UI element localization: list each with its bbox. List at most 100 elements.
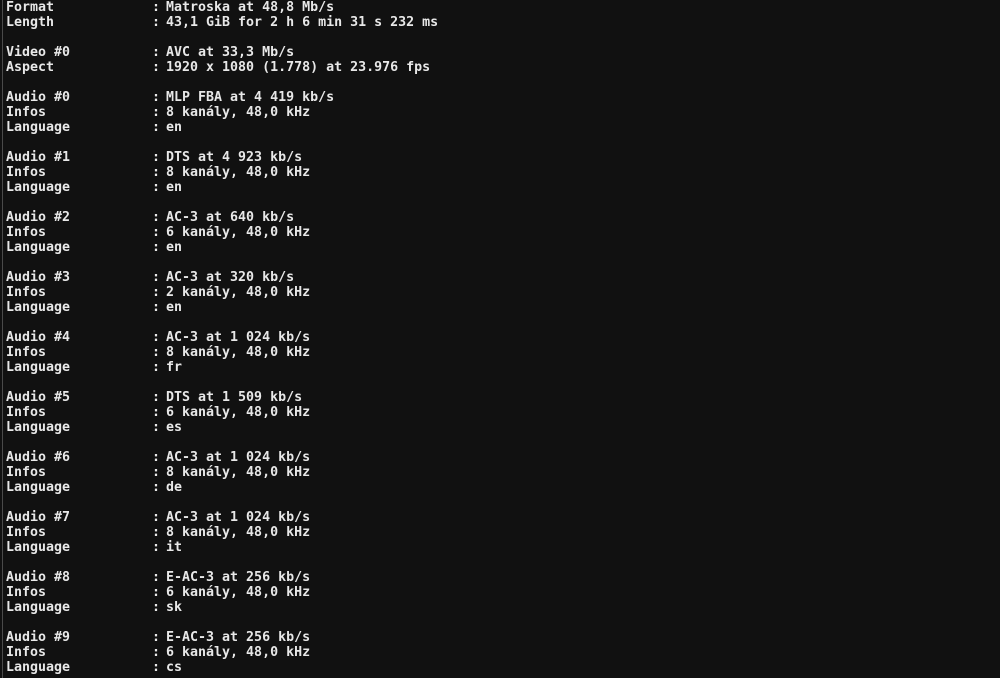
info-row: Infos:8 kanály, 48,0 kHz: [6, 105, 438, 120]
info-row: Audio #0: MLP FBA at 4 419 kb/s: [6, 90, 438, 105]
info-value: en: [166, 300, 183, 315]
info-separator: :: [152, 600, 161, 615]
info-separator: :: [152, 645, 161, 660]
info-key: Infos: [6, 105, 47, 120]
info-value: 43,1 GiB for 2 h 6 min 31 s 232 ms: [166, 15, 439, 30]
info-value: 8 kanály, 48,0 kHz: [166, 345, 311, 360]
info-value: 6 kanály, 48,0 kHz: [166, 585, 311, 600]
info-row: Language: cs: [6, 660, 438, 675]
info-value: 8 kanály, 48,0 kHz: [166, 465, 311, 480]
info-key: Language: [6, 300, 71, 315]
info-row: Audio #3: AC-3 at 320 kb/s: [6, 270, 438, 285]
info-value: 6 kanály, 48,0 kHz: [166, 225, 311, 240]
info-separator: :: [152, 45, 161, 60]
info-row: Infos:8 kanály, 48,0 kHz: [6, 345, 438, 360]
info-key: Audio #2: [6, 210, 71, 225]
info-key: Infos: [6, 225, 47, 240]
info-key: Infos: [6, 525, 47, 540]
info-row: Format: Matroska at 48,8 Mb/s: [6, 0, 438, 15]
info-key: Format: [6, 0, 55, 15]
info-value: cs: [166, 660, 183, 675]
info-key: Language: [6, 480, 71, 495]
info-key: Infos: [6, 405, 47, 420]
info-value: AC-3 at 640 kb/s: [166, 210, 295, 225]
info-key: Language: [6, 420, 71, 435]
info-row: Language: en: [6, 240, 438, 255]
info-row: Infos:8 kanály, 48,0 kHz: [6, 165, 438, 180]
info-row: Aspect:1920 x 1080 (1.778) at 23.976 fps: [6, 60, 438, 75]
info-separator: :: [152, 420, 161, 435]
info-row: Audio #7: AC-3 at 1 024 kb/s: [6, 510, 438, 525]
info-key: Audio #9: [6, 630, 71, 645]
info-separator: :: [152, 0, 161, 15]
info-value: 6 kanály, 48,0 kHz: [166, 405, 311, 420]
info-separator: :: [152, 480, 161, 495]
info-value: Matroska at 48,8 Mb/s: [166, 0, 335, 15]
info-separator: :: [152, 660, 161, 675]
info-key: Infos: [6, 585, 47, 600]
info-separator: :: [152, 180, 161, 195]
info-separator: :: [152, 465, 161, 480]
info-key: Audio #7: [6, 510, 71, 525]
info-value: E-AC-3 at 256 kb/s: [166, 570, 311, 585]
info-separator: :: [152, 150, 161, 165]
info-row: Infos:8 kanály, 48,0 kHz: [6, 525, 438, 540]
info-value: de: [166, 480, 183, 495]
info-row: Infos:6 kanály, 48,0 kHz: [6, 585, 438, 600]
info-value: 6 kanály, 48,0 kHz: [166, 645, 311, 660]
info-separator: :: [152, 405, 161, 420]
info-value: es: [166, 420, 183, 435]
info-row: Language: en: [6, 180, 438, 195]
info-key: Aspect: [6, 60, 55, 75]
info-row: Audio #6: AC-3 at 1 024 kb/s: [6, 450, 438, 465]
info-key: Infos: [6, 285, 47, 300]
info-value: 8 kanály, 48,0 kHz: [166, 165, 311, 180]
info-row: Audio #5: DTS at 1 509 kb/s: [6, 390, 438, 405]
info-value: DTS at 4 923 kb/s: [166, 150, 303, 165]
info-key: Audio #0: [6, 90, 71, 105]
media-info-text: Format: Matroska at 48,8 Mb/s Length:43,1 …: [6, 0, 438, 675]
info-row: Infos:6 kanály, 48,0 kHz: [6, 225, 438, 240]
info-key: Language: [6, 120, 71, 135]
info-key: Audio #6: [6, 450, 71, 465]
info-row: Video #0: AVC at 33,3 Mb/s: [6, 45, 438, 60]
info-value: 2 kanály, 48,0 kHz: [166, 285, 311, 300]
info-value: 8 kanály, 48,0 kHz: [166, 105, 311, 120]
info-row: Audio #9: E-AC-3 at 256 kb/s: [6, 630, 438, 645]
info-value: sk: [166, 600, 183, 615]
info-value: it: [166, 540, 183, 555]
info-separator: :: [152, 165, 161, 180]
info-separator: :: [152, 270, 161, 285]
info-row: Language: sk: [6, 600, 438, 615]
info-separator: :: [152, 60, 161, 75]
info-value: DTS at 1 509 kb/s: [166, 390, 303, 405]
info-row: Language: en: [6, 120, 438, 135]
info-key: Language: [6, 180, 71, 195]
info-key: Language: [6, 660, 71, 675]
info-key: Audio #8: [6, 570, 71, 585]
info-separator: :: [152, 510, 161, 525]
info-key: Infos: [6, 165, 47, 180]
info-separator: :: [152, 630, 161, 645]
info-value: AC-3 at 1 024 kb/s: [166, 330, 311, 345]
info-value: 8 kanály, 48,0 kHz: [166, 525, 311, 540]
info-value: MLP FBA at 4 419 kb/s: [166, 90, 335, 105]
info-separator: :: [152, 285, 161, 300]
info-separator: :: [152, 360, 161, 375]
info-key: Infos: [6, 465, 47, 480]
info-value: en: [166, 120, 183, 135]
info-row: Infos:6 kanály, 48,0 kHz: [6, 645, 438, 660]
info-key: Language: [6, 600, 71, 615]
info-row: Infos:8 kanály, 48,0 kHz: [6, 465, 438, 480]
info-key: Audio #4: [6, 330, 71, 345]
info-row: Audio #4: AC-3 at 1 024 kb/s: [6, 330, 438, 345]
info-row: Language: fr: [6, 360, 438, 375]
info-separator: :: [152, 390, 161, 405]
info-key: Audio #5: [6, 390, 71, 405]
info-value: 1920 x 1080 (1.778) at 23.976 fps: [166, 60, 431, 75]
